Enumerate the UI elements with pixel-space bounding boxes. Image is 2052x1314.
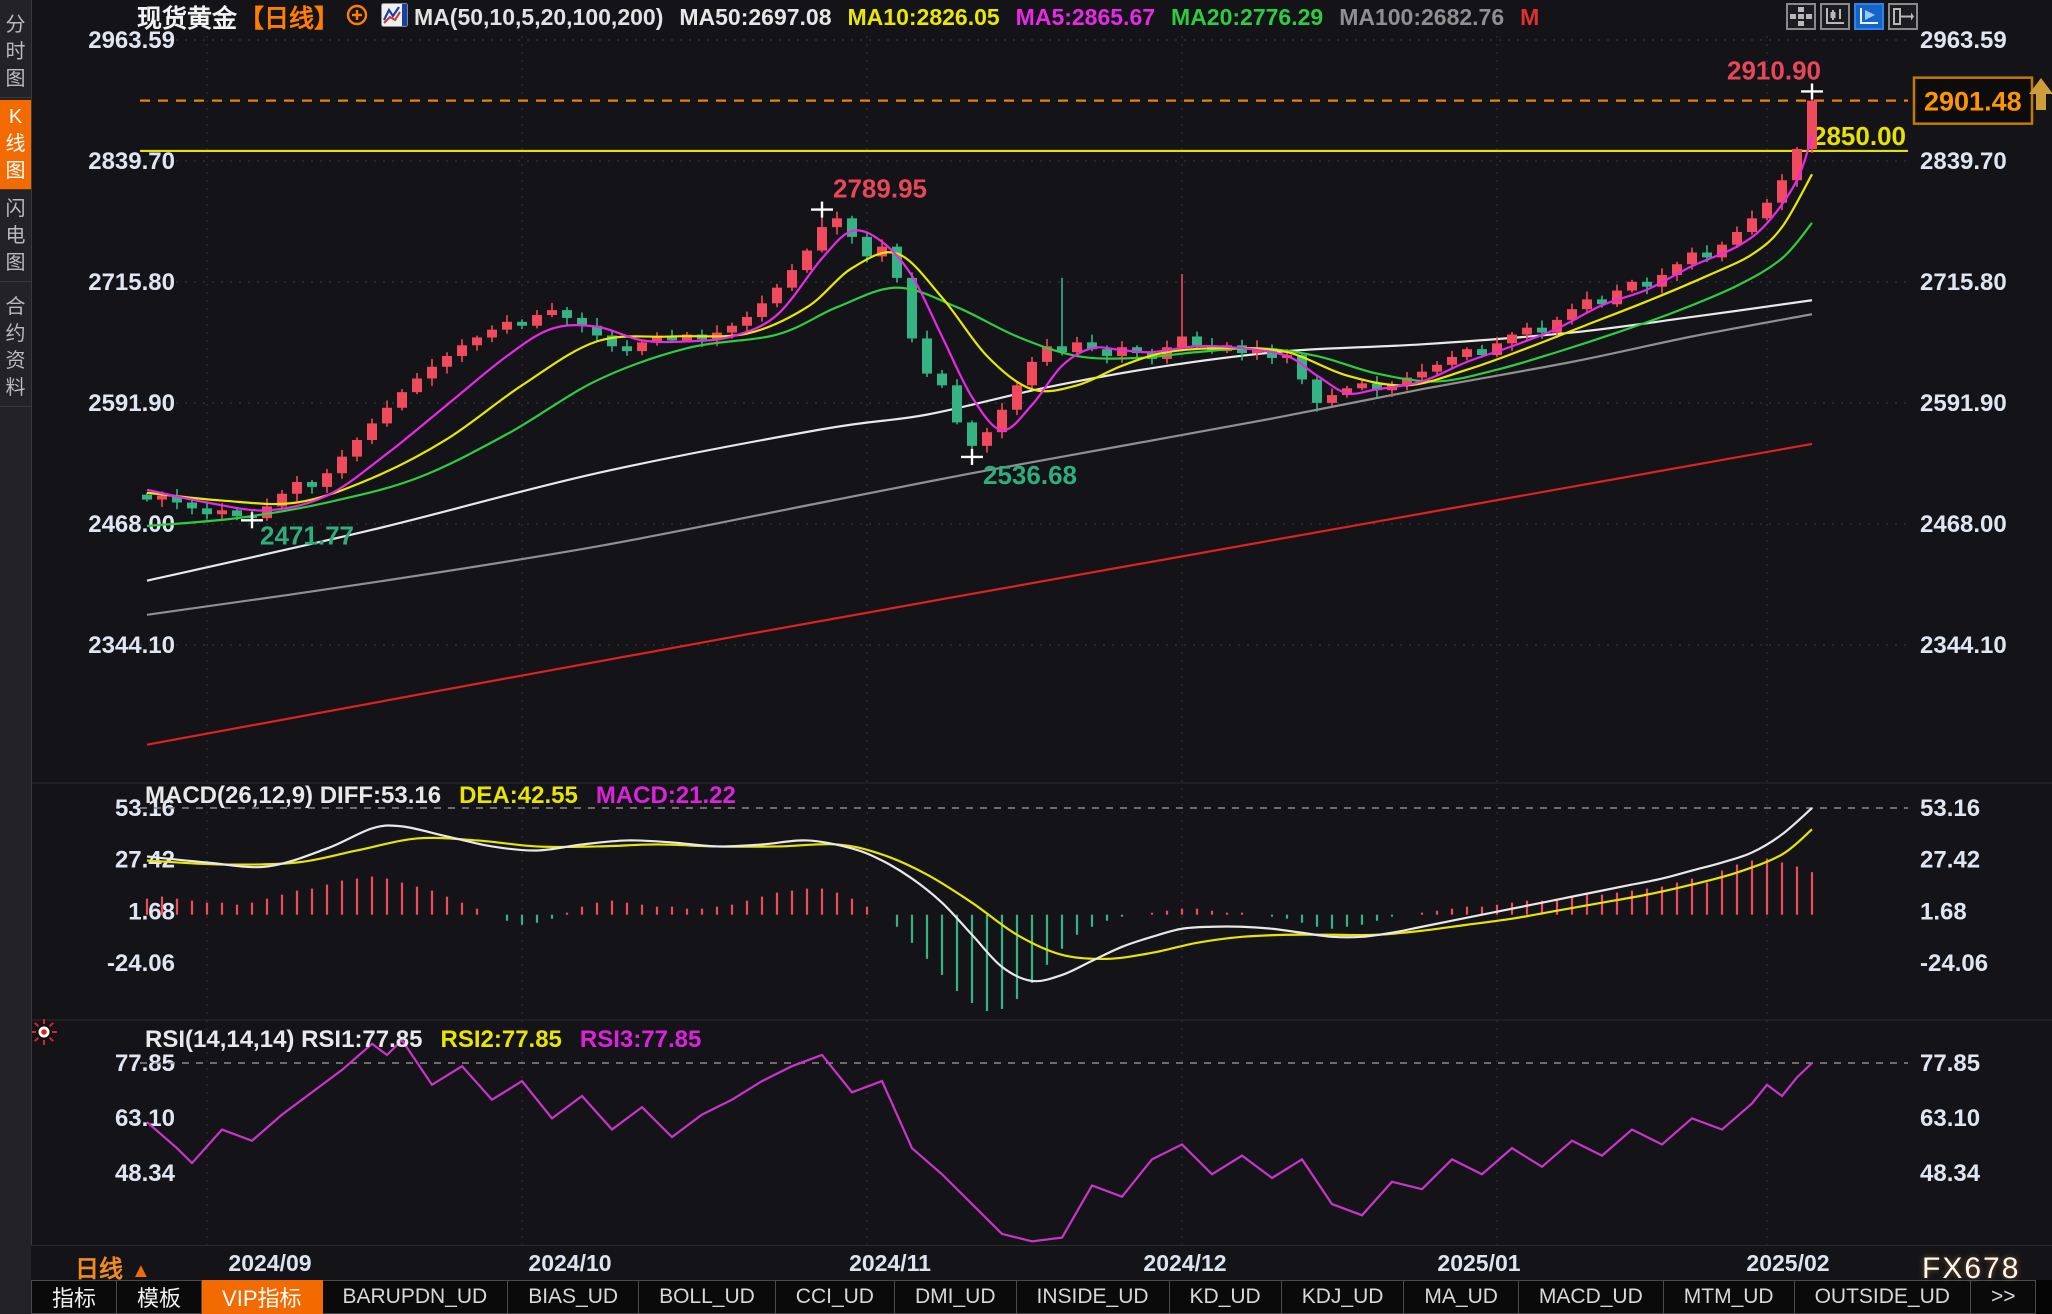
svg-text:48.34: 48.34 (1920, 1160, 1981, 1187)
mini-chart-icon[interactable] (381, 3, 408, 32)
indicator-readout-item: MACD:21.22 (596, 782, 736, 809)
indicator-tab-kdjud[interactable]: KDJ_UD (1282, 1280, 1405, 1314)
svg-text:2839.70: 2839.70 (1920, 148, 2007, 175)
circle-plus-icon[interactable] (345, 3, 369, 32)
ma-readout-item: M (1520, 4, 1539, 30)
indicator-tab-bollud[interactable]: BOLL_UD (639, 1280, 776, 1314)
ma-line-MA10 (147, 174, 1812, 504)
indicator-readout-item: RSI2:77.85 (441, 1026, 562, 1053)
ma-readout-item: MA10:2826.05 (848, 4, 1000, 30)
svg-text:63.10: 63.10 (1920, 1105, 1980, 1132)
svg-text:27.42: 27.42 (115, 847, 175, 874)
indicator-tab-macdud[interactable]: MACD_UD (1519, 1280, 1664, 1314)
svg-text:53.16: 53.16 (1920, 795, 1980, 822)
svg-text:2839.70: 2839.70 (88, 148, 175, 175)
symbol-title: 现货黄金 (137, 0, 237, 35)
indicator-tab-dmiud[interactable]: DMI_UD (895, 1280, 1017, 1314)
ma-readout-item: MA5:2865.67 (1016, 4, 1155, 30)
indicator-tab-biasud[interactable]: BIAS_UD (508, 1280, 639, 1314)
svg-text:1.68: 1.68 (128, 898, 175, 925)
ma-line-MA5 (147, 136, 1812, 511)
indicator-tab-kdud[interactable]: KD_UD (1170, 1280, 1282, 1314)
svg-text:2963.59: 2963.59 (1920, 27, 2007, 54)
ma-line-MA20 (147, 223, 1812, 526)
svg-text:2471.77: 2471.77 (260, 520, 354, 550)
svg-text:2901.48: 2901.48 (1924, 87, 2022, 117)
alert-pulse-icon (31, 1019, 57, 1045)
indicator-readout-item: MACD(26,12,9) DIFF:53.16 (145, 782, 441, 809)
svg-text:2910.90: 2910.90 (1727, 55, 1821, 85)
macd-indicator-readout: MACD(26,12,9) DIFF:53.16 DEA:42.55 MACD:21… (145, 782, 754, 810)
axis-candle-icon[interactable] (1820, 3, 1850, 30)
indicator-tab-maud[interactable]: MA_UD (1404, 1280, 1519, 1314)
date-label: 2024/12 (1143, 1250, 1226, 1277)
date-label: 2024/10 (528, 1250, 611, 1277)
indicator-readout-item: DEA:42.55 (459, 782, 578, 809)
date-label: 2024/11 (849, 1250, 931, 1277)
chart-canvas[interactable]: 2963.592963.592839.702839.702715.802715.… (0, 0, 2052, 1280)
indicator-tab-cciud[interactable]: CCI_UD (776, 1280, 895, 1314)
ma-readout-item: MA20:2776.29 (1171, 4, 1323, 30)
chart-toolbar (1786, 3, 1918, 30)
ma-readout-item: MA(50,10,5,20,100,200) (414, 4, 663, 30)
svg-text:2344.10: 2344.10 (88, 632, 175, 659)
diff-line (147, 808, 1812, 981)
svg-text:27.42: 27.42 (1920, 847, 1980, 874)
time-axis-row: 日线▲ 2024/09 2024/10 2024/11 2024/12 2025/01 2… (31, 1245, 2052, 1281)
svg-text:2344.10: 2344.10 (1920, 632, 2007, 659)
svg-text:63.10: 63.10 (115, 1105, 175, 1132)
date-label: 2025/01 (1437, 1250, 1520, 1277)
ma-readout-item: MA50:2697.08 (679, 4, 831, 30)
trading-terminal: 2963.592963.592839.702839.702715.802715.… (0, 0, 2052, 1314)
indicator-tab-[interactable]: 模板 (117, 1280, 202, 1314)
svg-text:2536.68: 2536.68 (983, 460, 1077, 490)
indicator-readout-item: RSI(14,14,14) RSI1:77.85 (145, 1026, 423, 1053)
chart-header: 现货黄金 【日线】 MA(50,10,5,20,100,200) MA50:269… (137, 1, 1555, 33)
indicator-tab-mtmud[interactable]: MTM_UD (1664, 1280, 1795, 1314)
indicator-tab-barupdnud[interactable]: BARUPDN_UD (323, 1280, 509, 1314)
svg-text:2468.00: 2468.00 (1920, 511, 2007, 538)
svg-text:2850.00: 2850.00 (1812, 121, 1906, 151)
period-selector-label: 日线 (75, 1256, 123, 1283)
sidebar-tab-kline-chart[interactable]: K线图 (0, 100, 31, 190)
current-price-box: 2901.48 (1914, 78, 2032, 124)
rsi-indicator-readout: RSI(14,14,14) RSI1:77.85 RSI2:77.85 RSI3:7… (145, 1026, 719, 1054)
svg-text:-24.06: -24.06 (107, 950, 175, 977)
sidebar-tab-time-chart[interactable]: 分时图 (0, 8, 31, 98)
axis-play-icon[interactable] (1854, 3, 1884, 30)
svg-text:48.34: 48.34 (115, 1160, 176, 1187)
svg-text:2715.80: 2715.80 (88, 269, 175, 296)
svg-text:2591.90: 2591.90 (1920, 390, 2007, 417)
move-cross-icon[interactable] (1786, 3, 1816, 30)
watermark: FX678 (1922, 1252, 2020, 1286)
indicator-tab-insideud[interactable]: INSIDE_UD (1017, 1280, 1170, 1314)
svg-text:77.85: 77.85 (1920, 1050, 1980, 1077)
period-tag: 【日线】 (239, 0, 339, 35)
sidebar-tab-contract-info[interactable]: 合约资料 (0, 290, 31, 407)
rsi-line (147, 1040, 1812, 1241)
date-label: 2024/09 (228, 1250, 311, 1277)
indicator-tab-vip[interactable]: VIP指标 (202, 1280, 322, 1314)
indicator-tab-[interactable]: 指标 (31, 1280, 117, 1314)
ma-indicator-readout: MA(50,10,5,20,100,200) MA50:2697.08 MA10:2… (414, 4, 1555, 31)
date-label: 2025/02 (1746, 1250, 1829, 1277)
svg-text:1.68: 1.68 (1920, 898, 1967, 925)
macd-histogram (147, 859, 1812, 1012)
svg-text:2591.90: 2591.90 (88, 390, 175, 417)
sidebar: 分时图K线图闪电图合约资料 (0, 0, 32, 1314)
ma-readout-item: MA100:2682.76 (1339, 4, 1504, 30)
ma-line-MA50 (147, 300, 1812, 580)
indicator-tab-bar: 指标模板VIP指标BARUPDN_UDBIAS_UDBOLL_UDCCI_UDD… (31, 1280, 2052, 1314)
svg-text:2715.80: 2715.80 (1920, 269, 2007, 296)
ma-line-MA200 (147, 444, 1812, 745)
indicator-readout-item: RSI3:77.85 (580, 1026, 701, 1053)
ma-line-MA100 (147, 314, 1812, 615)
svg-text:-24.06: -24.06 (1920, 950, 1988, 977)
panel-toggle-icon[interactable] (1888, 3, 1918, 30)
dea-line (147, 829, 1812, 959)
svg-text:2789.95: 2789.95 (833, 174, 927, 204)
sidebar-tab-lightning-chart[interactable]: 闪电图 (0, 192, 31, 282)
period-selector[interactable]: 日线▲ (75, 1249, 151, 1284)
